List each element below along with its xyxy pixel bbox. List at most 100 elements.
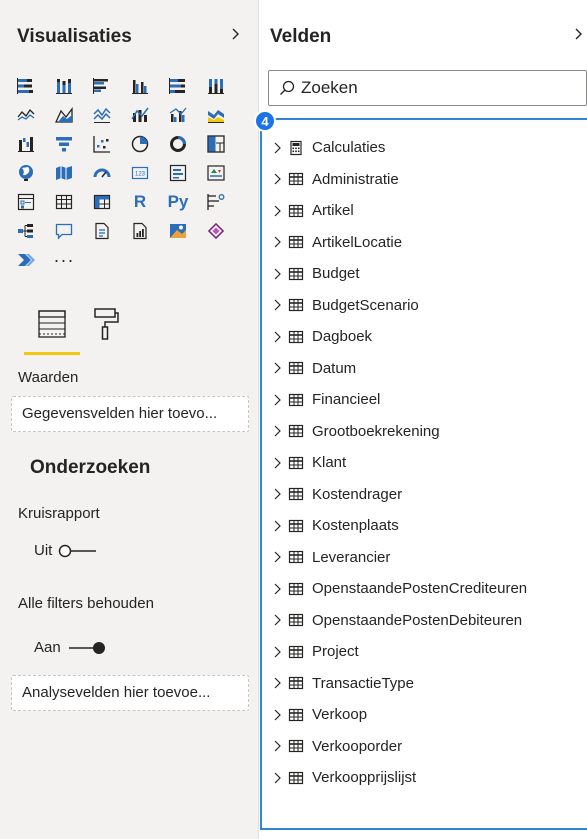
line-and-stacked-column-chart-icon[interactable] (128, 103, 152, 127)
fields-search-box[interactable] (268, 70, 587, 106)
qa-icon[interactable] (52, 219, 76, 243)
card-icon[interactable]: 123 (128, 161, 152, 185)
field-table-item[interactable]: Kostenplaats (272, 510, 527, 542)
more-visuals-icon[interactable]: ··· (52, 248, 76, 272)
funnel-chart-icon[interactable] (52, 132, 76, 156)
table-icon[interactable] (52, 190, 76, 214)
chevron-right-icon[interactable] (573, 28, 585, 40)
filled-map-icon[interactable] (52, 161, 76, 185)
field-table-name: Artikel (312, 202, 354, 220)
power-apps-icon[interactable] (204, 219, 228, 243)
field-list: Calculaties Administratie Artikel ArtikelLo… (272, 132, 527, 794)
chevron-right-icon (274, 583, 281, 595)
field-table-item[interactable]: ArtikelLocatie (272, 227, 527, 259)
chevron-right-icon[interactable] (230, 28, 242, 40)
table-icon (288, 362, 304, 375)
smart-narrative-icon[interactable] (90, 219, 114, 243)
format-paint-roller-icon (94, 308, 119, 340)
search-input[interactable] (301, 78, 571, 98)
field-table-item[interactable]: Project (272, 636, 527, 668)
field-table-item[interactable]: Dagboek (272, 321, 527, 353)
field-table-item[interactable]: Datum (272, 353, 527, 385)
keep-filters-label: Alle filters behouden (18, 595, 154, 612)
area-chart-icon[interactable] (52, 103, 76, 127)
field-table-name: Budget (312, 265, 360, 283)
keep-filters-toggle[interactable]: Aan (34, 639, 107, 656)
kpi-icon[interactable] (204, 161, 228, 185)
chevron-right-icon (274, 268, 281, 280)
tab-format[interactable] (90, 303, 120, 347)
matrix-icon[interactable] (90, 190, 114, 214)
field-table-item[interactable]: Kostendrager (272, 479, 527, 511)
table-icon (288, 299, 304, 312)
table-icon (288, 456, 304, 469)
clustered-column-chart-icon[interactable] (128, 74, 152, 98)
field-table-name: Verkoop (312, 706, 368, 724)
table-icon (288, 330, 304, 343)
table-icon (288, 173, 304, 186)
map-icon[interactable] (14, 161, 38, 185)
tab-fields[interactable] (24, 303, 80, 355)
line-chart-icon[interactable] (14, 103, 38, 127)
100-stacked-bar-chart-icon[interactable] (166, 74, 190, 98)
stacked-bar-chart-icon[interactable] (14, 74, 38, 98)
field-table-item[interactable]: Verkooporder (272, 731, 527, 763)
waterfall-chart-icon[interactable] (14, 132, 38, 156)
chevron-right-icon (274, 331, 281, 343)
table-icon (288, 204, 304, 217)
azure-map-icon[interactable] (166, 219, 190, 243)
field-table-name: Klant (312, 454, 347, 472)
field-table-item[interactable]: Leverancier (272, 542, 527, 574)
field-table-name: OpenstaandePostenDebiteuren (312, 611, 523, 629)
field-table-name: Calculaties (312, 139, 386, 157)
field-table-item[interactable]: Administratie (272, 164, 527, 196)
table-icon (288, 582, 304, 595)
donut-chart-icon[interactable] (166, 132, 190, 156)
field-table-item[interactable]: OpenstaandePostenDebiteuren (272, 605, 527, 637)
chevron-right-icon (274, 362, 281, 374)
pie-chart-icon[interactable] (128, 132, 152, 156)
field-table-item[interactable]: TransactieType (272, 668, 527, 700)
treemap-icon[interactable] (204, 132, 228, 156)
r-visual-icon[interactable]: R (128, 190, 152, 214)
build-format-tabs (24, 303, 144, 355)
field-table-name: Kostendrager (312, 485, 403, 503)
table-icon (288, 267, 304, 280)
field-table-name: Verkooporder (312, 737, 403, 755)
clustered-bar-chart-icon[interactable] (90, 74, 114, 98)
python-visual-icon[interactable]: Py (166, 190, 190, 214)
key-influencers-icon[interactable] (204, 190, 228, 214)
slicer-icon[interactable] (14, 190, 38, 214)
chevron-right-icon (274, 551, 281, 563)
scatter-chart-icon[interactable] (90, 132, 114, 156)
decomposition-tree-icon[interactable] (14, 219, 38, 243)
drillthrough-drop-well[interactable]: Analysevelden hier toevoe... (11, 675, 249, 711)
field-table-name: Datum (312, 359, 357, 377)
field-table-item[interactable]: Calculaties (272, 132, 527, 164)
r-visual-label: R (133, 192, 147, 211)
field-table-name: Kostenplaats (312, 517, 399, 535)
ribbon-chart-icon[interactable] (204, 103, 228, 127)
power-automate-icon[interactable] (14, 248, 38, 272)
line-and-clustered-column-chart-icon[interactable] (166, 103, 190, 127)
gauge-icon[interactable] (90, 161, 114, 185)
stacked-area-chart-icon[interactable] (90, 103, 114, 127)
field-table-item[interactable]: Financieel (272, 384, 527, 416)
fields-title: Velden (270, 26, 332, 47)
cross-report-toggle[interactable]: Uit (34, 542, 98, 559)
field-table-item[interactable]: BudgetScenario (272, 290, 527, 322)
chevron-right-icon (274, 205, 281, 217)
search-icon (280, 80, 295, 95)
paginated-report-icon[interactable] (128, 219, 152, 243)
values-drop-well[interactable]: Gegevensvelden hier toevo... (11, 396, 249, 432)
100-stacked-column-chart-icon[interactable] (204, 74, 228, 98)
field-table-item[interactable]: OpenstaandePostenCrediteuren (272, 573, 527, 605)
field-table-item[interactable]: Artikel (272, 195, 527, 227)
multi-row-card-icon[interactable] (166, 161, 190, 185)
field-table-item[interactable]: Klant (272, 447, 527, 479)
field-table-item[interactable]: Verkoopprijslijst (272, 762, 527, 794)
stacked-column-chart-icon[interactable] (52, 74, 76, 98)
field-table-item[interactable]: Budget (272, 258, 527, 290)
field-table-item[interactable]: Verkoop (272, 699, 527, 731)
field-table-item[interactable]: Grootboekrekening (272, 416, 527, 448)
